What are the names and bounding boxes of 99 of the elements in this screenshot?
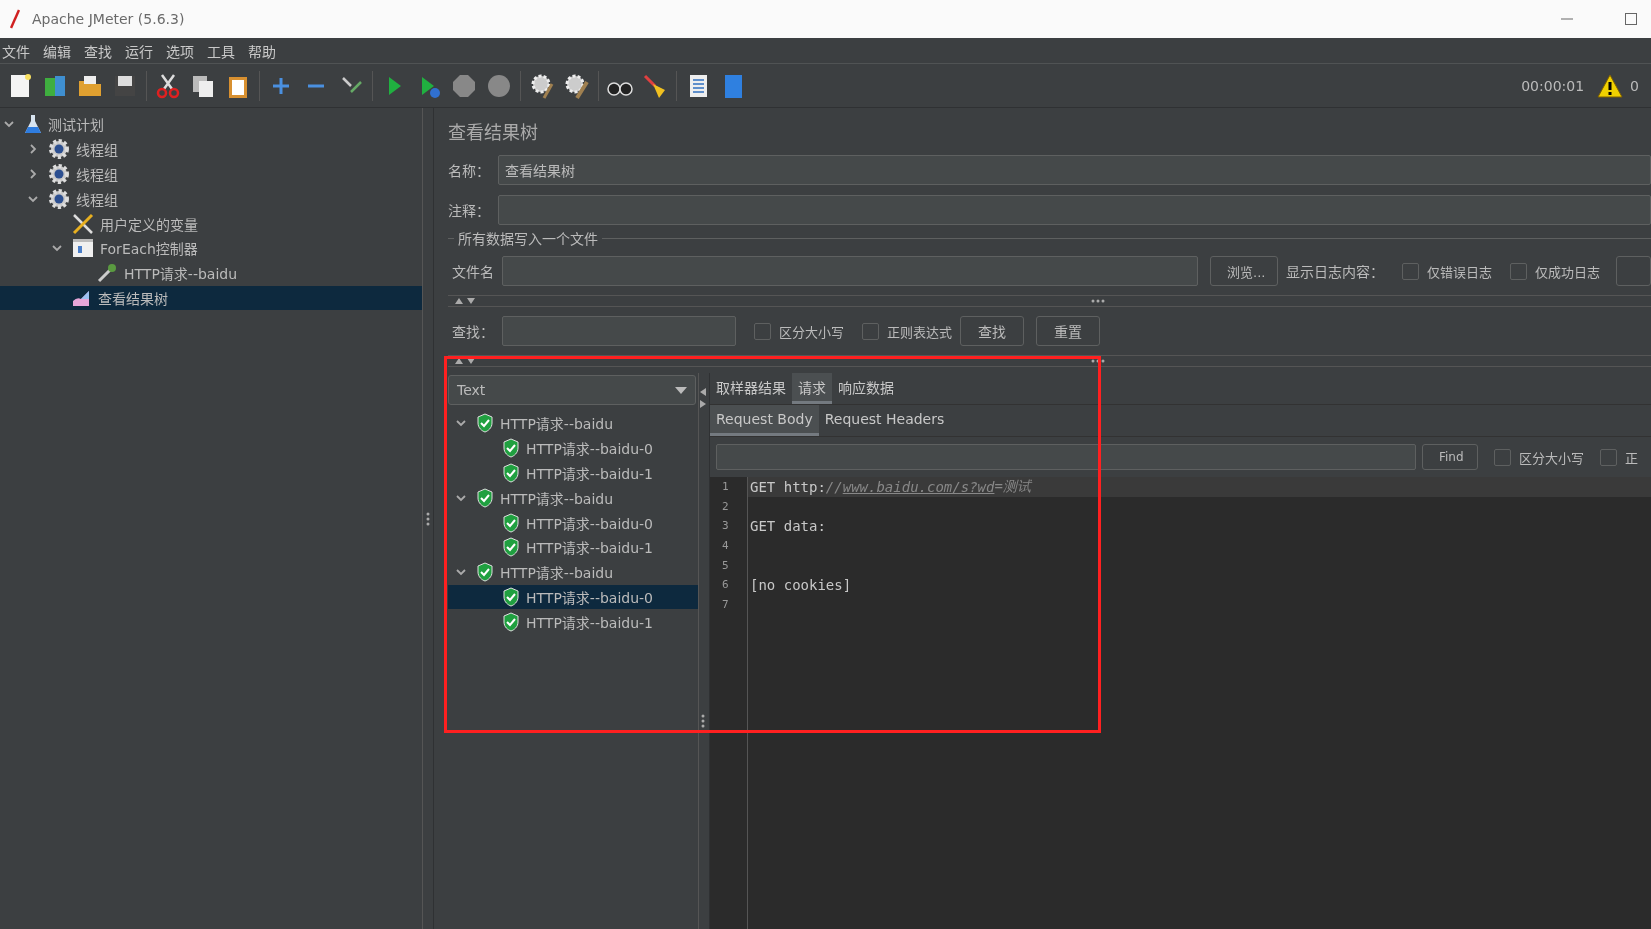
checkbox[interactable] [1510, 262, 1527, 280]
menu-item[interactable]: 运行 [125, 40, 164, 61]
tree-item[interactable]: 测试计划 [0, 112, 422, 137]
shield-check-icon [476, 487, 494, 508]
line-number: 7 [721, 596, 730, 613]
shield-check-icon [476, 413, 494, 434]
checkbox-label: 正 [1625, 449, 1639, 467]
result-item[interactable]: HTTP请求--baidu [448, 559, 698, 585]
result-item[interactable]: HTTP请求--baidu-0 [448, 435, 698, 461]
line-number: 2 [721, 498, 730, 515]
code-line: GET data: [749, 517, 827, 536]
window-title: Apache JMeter (5.6.3) [32, 11, 186, 27]
search-field[interactable] [502, 316, 736, 346]
field-label: 显示日志内容： [1286, 263, 1384, 281]
checkbox-label: 仅错误日志 [1427, 263, 1492, 281]
menu-item[interactable]: 文件 [2, 40, 41, 61]
more-icon[interactable] [1091, 299, 1105, 303]
tree-item[interactable]: 线程组 [0, 161, 422, 187]
checkbox[interactable] [1494, 448, 1511, 466]
field-label: 注释： [448, 202, 490, 220]
elapsed-time: 00:00:01 [1521, 77, 1585, 94]
caret-icon [675, 386, 687, 394]
result-item[interactable]: HTTP请求--baidu-0 [448, 584, 698, 610]
shield-check-icon [476, 562, 494, 583]
shield-check-icon [502, 537, 520, 558]
warning-count: 0 [1630, 77, 1639, 94]
field-label: 文件名 [452, 263, 494, 281]
maximize-icon[interactable] [1625, 13, 1637, 25]
browse-button[interactable]: 浏览... [1210, 256, 1278, 286]
gear-icon [48, 138, 70, 161]
reset-button[interactable]: 重置 [1036, 316, 1101, 346]
menu-item[interactable]: 选项 [166, 40, 205, 61]
gear-icon [48, 163, 70, 185]
result-item[interactable]: HTTP请求--baidu-0 [448, 510, 698, 535]
tree-item[interactable]: 用户定义的变量 [0, 211, 422, 236]
tab[interactable]: 取样器结果 [710, 373, 792, 404]
flask-icon [24, 114, 42, 135]
find-field[interactable] [716, 444, 1416, 470]
checkbox[interactable] [1600, 448, 1617, 466]
renderer-dropdown[interactable]: Text [448, 375, 696, 405]
line-number: 6 [721, 577, 730, 594]
tree-item[interactable]: 查看结果树 [0, 285, 422, 311]
gear-icon [48, 187, 70, 210]
checkbox[interactable] [1402, 262, 1419, 280]
collapse-arrows-icon[interactable] [699, 387, 707, 409]
field-label: 查找： [452, 323, 494, 341]
comment-field[interactable] [498, 195, 1651, 225]
splitter-handle-icon[interactable] [701, 713, 705, 729]
checkbox-label: 区分大小写 [779, 323, 844, 341]
tools-icon [72, 212, 94, 235]
result-item[interactable]: HTTP请求--baidu-1 [448, 460, 698, 486]
line-number: 3 [721, 518, 730, 535]
checkbox[interactable] [862, 322, 879, 340]
menu-item[interactable]: 工具 [207, 40, 246, 61]
find-button[interactable]: 查找 [960, 316, 1025, 346]
link[interactable]: www.baidu.com/s?wd [842, 478, 995, 495]
result-item[interactable]: HTTP请求--baidu [448, 411, 698, 436]
panel-title: 查看结果树 [448, 121, 539, 145]
pipette-icon [96, 262, 118, 285]
line-number: 5 [721, 557, 730, 574]
tab[interactable]: Request Headers [818, 405, 951, 436]
line-number: 4 [721, 538, 730, 555]
checkbox-label: 正则表达式 [887, 323, 953, 341]
menu-item[interactable]: 编辑 [43, 40, 82, 61]
checkbox-label: 仅成功日志 [1535, 263, 1601, 281]
menu-item[interactable]: 帮助 [248, 40, 287, 61]
result-item[interactable]: HTTP请求--baidu-1 [448, 535, 698, 560]
shield-check-icon [502, 512, 520, 533]
find-button[interactable]: Find [1422, 444, 1478, 470]
tree-item[interactable]: 线程组 [0, 186, 422, 212]
shield-check-icon [502, 438, 520, 459]
chevron-right-icon[interactable] [27, 168, 39, 180]
more-icon[interactable] [1091, 359, 1105, 363]
name-field[interactable]: 查看结果树 [498, 155, 1651, 185]
line-number: 1 [721, 479, 730, 496]
shield-check-icon [502, 463, 520, 483]
menu-item[interactable]: 查找 [84, 40, 123, 61]
checkbox[interactable] [754, 322, 771, 340]
result-item[interactable]: HTTP请求--baidu [448, 485, 698, 511]
field-label: 名称： [448, 162, 490, 180]
filename-field[interactable] [502, 256, 1198, 286]
splitter-handle-icon[interactable] [426, 510, 430, 527]
window-icon [72, 238, 94, 259]
tab[interactable]: Request Body [710, 405, 819, 436]
collapse-arrows-icon[interactable] [454, 297, 476, 305]
feather-icon [10, 9, 20, 29]
chevron-right-icon[interactable] [27, 143, 39, 156]
tree-item[interactable]: ForEach控制器 [0, 236, 422, 261]
code-line: [no cookies] [749, 575, 853, 595]
warning-icon[interactable] [1597, 73, 1624, 98]
tree-item[interactable]: 线程组 [0, 136, 422, 162]
tree-item[interactable]: HTTP请求--baidu [0, 260, 422, 286]
checkbox-label: 区分大小写 [1519, 449, 1584, 467]
shield-check-icon [502, 586, 520, 607]
result-item[interactable]: HTTP请求--baidu-1 [448, 609, 698, 635]
tab[interactable]: 请求 [792, 373, 832, 404]
collapse-arrows-icon[interactable] [454, 357, 476, 365]
tab[interactable]: 响应数据 [832, 373, 900, 404]
shield-check-icon [502, 611, 520, 632]
